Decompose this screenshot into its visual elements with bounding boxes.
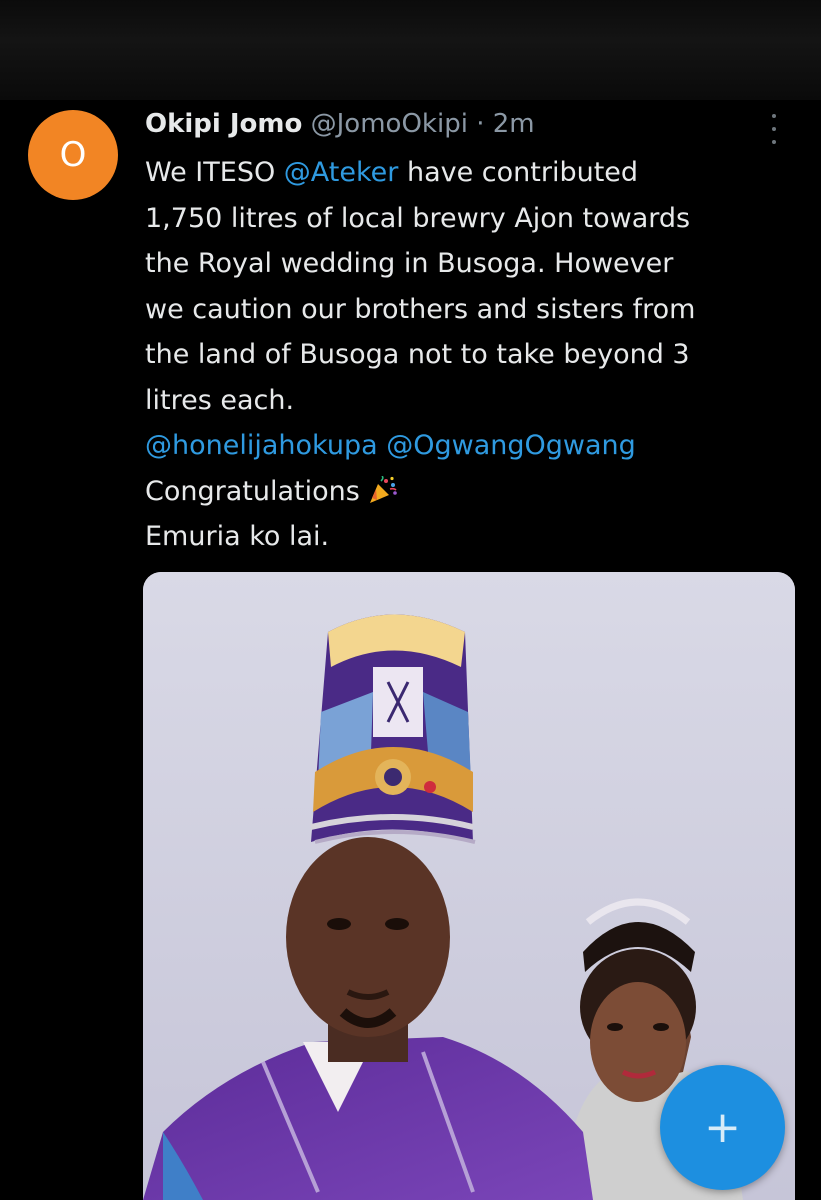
more-vertical-icon[interactable]	[766, 114, 782, 144]
timestamp[interactable]: 2m	[493, 109, 535, 139]
congratulations-text: Congratulations	[145, 475, 369, 507]
text-line: Emuria ko lai.	[145, 521, 330, 552]
text-line: the land of Busoga not to take beyond 3	[145, 339, 690, 370]
mention-ateker[interactable]: @Ateker	[284, 157, 399, 188]
user-handle[interactable]: @JomoOkipi	[311, 109, 468, 139]
tweet-text: We ITESO @Ateker have contributed 1,750 …	[145, 150, 795, 560]
avatar-letter: O	[59, 135, 87, 175]
tweet-header: Okipi Jomo @JomoOkipi · 2m	[145, 106, 535, 142]
text-segment: We ITESO	[145, 157, 284, 188]
plus-icon: +	[704, 1101, 741, 1153]
display-name[interactable]: Okipi Jomo	[145, 109, 302, 139]
avatar[interactable]: O	[28, 110, 118, 200]
compose-button[interactable]: +	[660, 1065, 785, 1190]
text-line: 1,750 litres of local brewry Ajon toward…	[145, 202, 691, 234]
party-popper-icon	[368, 473, 398, 503]
text-segment: have contributed	[398, 157, 639, 188]
text-line: the Royal wedding in Busoga. However	[145, 248, 674, 279]
mention-honelijahokupa[interactable]: @honelijahokupa	[145, 430, 378, 461]
mention-ogwangogwang[interactable]: @OgwangOgwang	[386, 430, 636, 461]
text-line: litres each.	[145, 384, 295, 416]
text-line: we caution our brothers and sisters from	[145, 293, 696, 325]
top-bar	[0, 0, 821, 100]
separator: ·	[476, 109, 485, 139]
tweet[interactable]: O Okipi Jomo @JomoOkipi · 2m We ITESO @A…	[0, 100, 821, 1200]
